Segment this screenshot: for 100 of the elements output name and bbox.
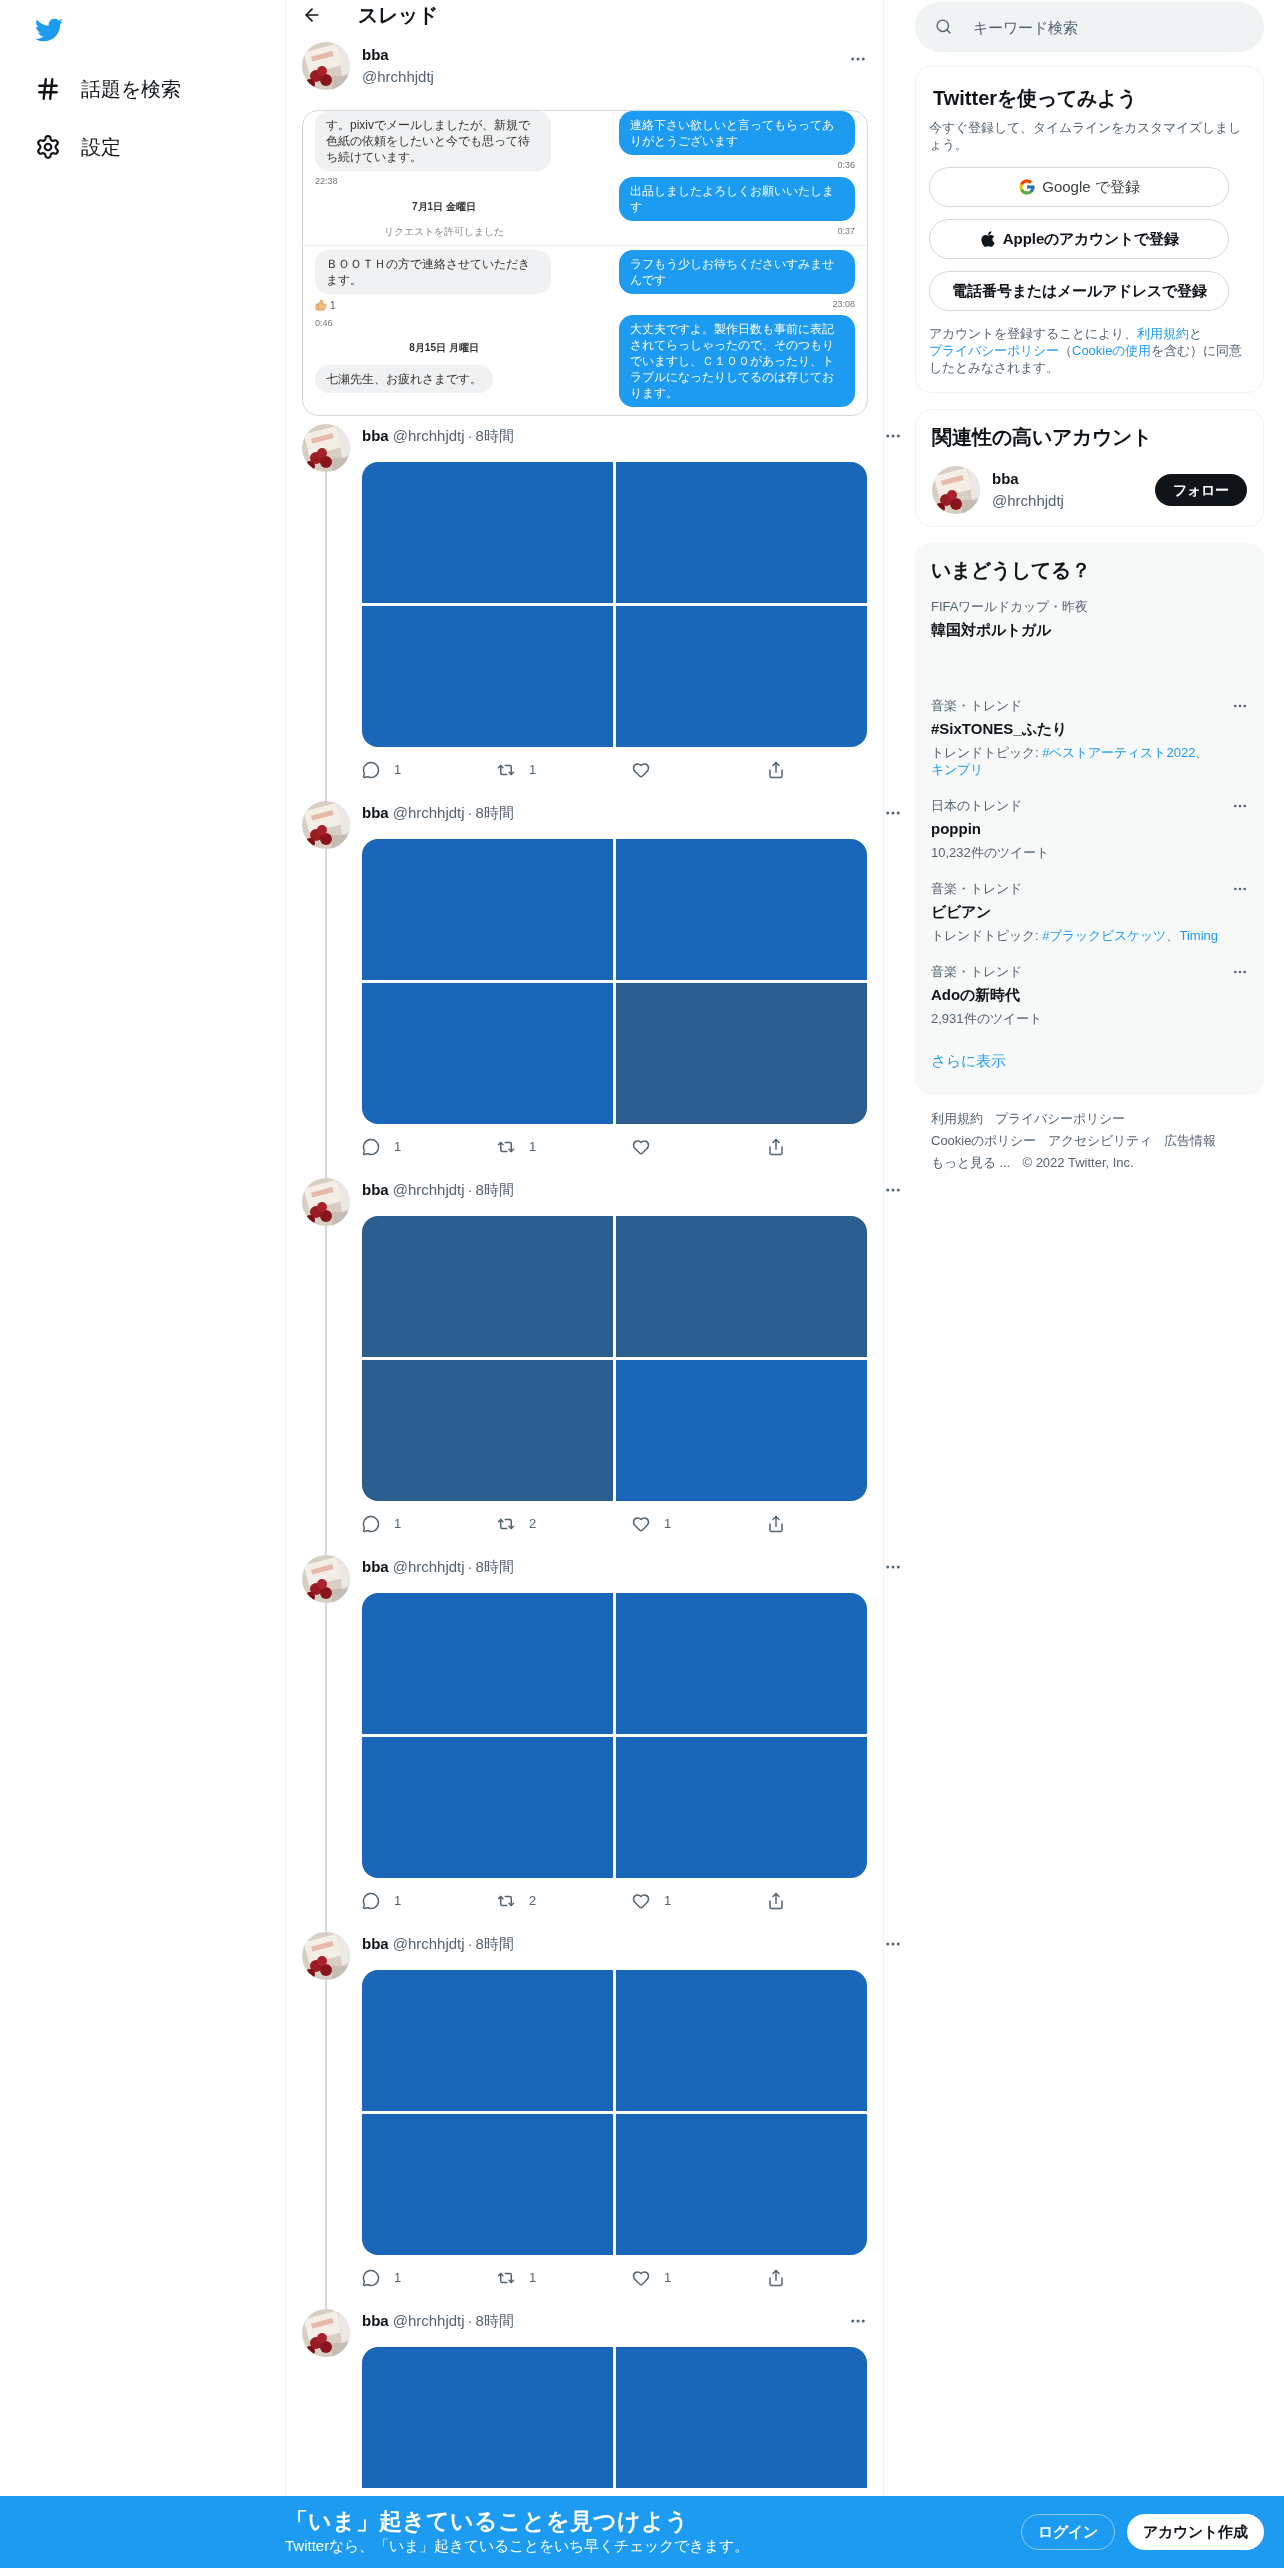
user-name[interactable]: bba (362, 424, 389, 448)
user-name[interactable]: bba (362, 1555, 389, 1579)
media-tile[interactable] (362, 983, 613, 1124)
user-handle: @hrchhjdtj (392, 1933, 465, 1954)
like-icon[interactable] (632, 2269, 650, 2287)
share-icon[interactable] (767, 1138, 785, 1156)
like-icon[interactable] (632, 1515, 650, 1533)
search-field[interactable]: キーワード検索 (915, 2, 1264, 52)
page-title: スレッド (358, 3, 438, 28)
message-time: 23:08 (832, 297, 855, 311)
card-subtitle: 今すぐ登録して、タイムラインをカスタマイズしましょう。 (929, 119, 1242, 153)
media-tile[interactable] (616, 839, 867, 980)
media-tile[interactable] (362, 1360, 613, 1501)
media-tile[interactable] (616, 1737, 867, 1878)
user-handle: @hrchhjdtj (392, 1556, 465, 1577)
trend-item[interactable]: FIFAワールドカップ・昨夜 韓国対ポルトガル (931, 597, 1248, 687)
media-tile[interactable] (616, 983, 867, 1124)
media-tile[interactable] (616, 1970, 867, 2111)
media-tile[interactable] (362, 2114, 613, 2255)
action-count: 1 (394, 1892, 402, 1911)
action-count: 1 (664, 1892, 672, 1911)
share-icon[interactable] (767, 761, 785, 779)
footer-link[interactable]: Cookieのポリシー (931, 1130, 1037, 1151)
tweet-time: 8時間 (475, 425, 514, 446)
media-tile[interactable] (362, 2347, 613, 2488)
share-icon[interactable] (767, 2269, 785, 2287)
action-count: 1 (394, 1138, 402, 1157)
tweet-time: 8時間 (475, 2310, 514, 2331)
user-name[interactable]: bba (362, 2309, 389, 2333)
user-name[interactable]: bba (992, 467, 1064, 490)
media-tile[interactable] (362, 1593, 613, 1734)
trend-item[interactable]: 日本のトレンド poppin 10,232件のツイート (931, 787, 1248, 870)
media-tile[interactable] (362, 1216, 613, 1357)
footer-link[interactable]: 利用規約 (931, 1108, 983, 1129)
media-tile[interactable] (362, 462, 613, 603)
media-tile[interactable] (362, 1737, 613, 1878)
like-icon[interactable] (632, 761, 650, 779)
trend-title: ビビアン (931, 901, 992, 922)
trend-title: poppin (931, 818, 982, 839)
chat-bubble: 七瀬先生、お疲れさまです。 (315, 365, 493, 393)
media-tile[interactable] (362, 839, 613, 980)
action-count: 1 (394, 761, 402, 780)
legal-text: アカウントを登録することにより、利用規約 と プライバシーポリシー（Cookieの使用を含む）に同意したとみなされます。 (929, 325, 1244, 376)
chat-bubble: す。pixivでメールしましたが、新規で色紙の依頼をしたいと今でも思って待ち続けています。 (315, 111, 551, 171)
user-handle: @hrchhjdtj (392, 2310, 465, 2331)
reply-icon[interactable] (362, 2269, 380, 2287)
media-tile[interactable] (616, 2114, 867, 2255)
user-name[interactable]: bba (362, 43, 434, 66)
user-name[interactable]: bba (362, 801, 389, 825)
chat-bubble: 出品しましたよろしくお願いいたします (619, 176, 855, 221)
thumbs-up-icon (315, 299, 327, 311)
hash-icon (35, 76, 61, 102)
user-name[interactable]: bba (362, 1932, 389, 1956)
card-title: いまどうしてる？ (931, 558, 1092, 583)
share-icon[interactable] (767, 1515, 785, 1533)
apple-icon (978, 230, 997, 248)
media-tile[interactable] (616, 1593, 867, 1734)
trend-item[interactable]: 音楽・トレンド #SixTONES_ふたり トレンドトピック: #ベストアーティスト2022、 キンプリ (931, 687, 1248, 787)
date-divider: 8月15日 月曜日 (409, 341, 479, 355)
chat-bubble: ＢＯＯＴＨの方で連絡させていただきます。 (315, 249, 551, 294)
action-count: 1 (394, 1515, 402, 1534)
media-tile[interactable] (616, 606, 867, 747)
footer-link[interactable]: もっと見る ... (931, 1152, 1011, 1173)
nav-item[interactable]: 設定 (35, 124, 285, 170)
trend-item[interactable]: 音楽・トレンド ビビアン トレンドトピック: #ブラックビスケッツ、Timing (931, 870, 1248, 953)
footer-link[interactable]: プライバシーポリシー (995, 1108, 1125, 1129)
tweet-time: 8時間 (475, 1933, 514, 1954)
nav-item[interactable]: 話題を検索 (35, 66, 285, 112)
action-count: 1 (664, 1515, 672, 1534)
signup-button[interactable]: アカウント作成 (1127, 2514, 1264, 2550)
like-icon[interactable] (632, 1138, 650, 1156)
bird-logo-icon[interactable] (35, 16, 63, 44)
separator-dot: · (467, 1556, 473, 1577)
media-tile[interactable] (616, 1216, 867, 1357)
user-handle: @hrchhjdtj (362, 67, 434, 87)
share-icon[interactable] (767, 1892, 785, 1910)
follow-button[interactable]: フォロー (1155, 474, 1247, 506)
like-icon[interactable] (632, 1892, 650, 1910)
user-handle: @hrchhjdtj (392, 802, 465, 823)
footer-link[interactable]: アクセシビリティ (1048, 1130, 1153, 1151)
media-tile[interactable] (616, 1360, 867, 1501)
tweet-time: 8時間 (475, 1556, 514, 1577)
reply-icon[interactable] (362, 1515, 380, 1533)
reply-icon[interactable] (362, 1892, 380, 1910)
media-tile[interactable] (362, 606, 613, 747)
reply-icon[interactable] (362, 1138, 380, 1156)
message-time: 22:38 (315, 175, 338, 188)
notice-text: リクエストを許可しました (384, 224, 504, 239)
banner-title: 「いま」起きていることを見つけよう (285, 2506, 690, 2535)
user-name[interactable]: bba (362, 1178, 389, 1202)
media-tile[interactable] (362, 1970, 613, 2111)
action-count: 2 (529, 1892, 537, 1911)
footer-link[interactable]: 広告情報 (1164, 1130, 1217, 1151)
copyright-text: © 2022 Twitter, Inc. (1022, 1153, 1134, 1172)
media-tile[interactable] (616, 462, 867, 603)
reply-icon[interactable] (362, 761, 380, 779)
trend-category: 日本のトレンド (931, 797, 1022, 815)
media-tile[interactable] (616, 2347, 867, 2488)
trend-item[interactable]: 音楽・トレンド Adoの新時代 2,931件のツイート (931, 953, 1248, 1036)
chat-bubble: 連絡下さい欲しいと言ってもらってありがとうございます (619, 111, 855, 155)
